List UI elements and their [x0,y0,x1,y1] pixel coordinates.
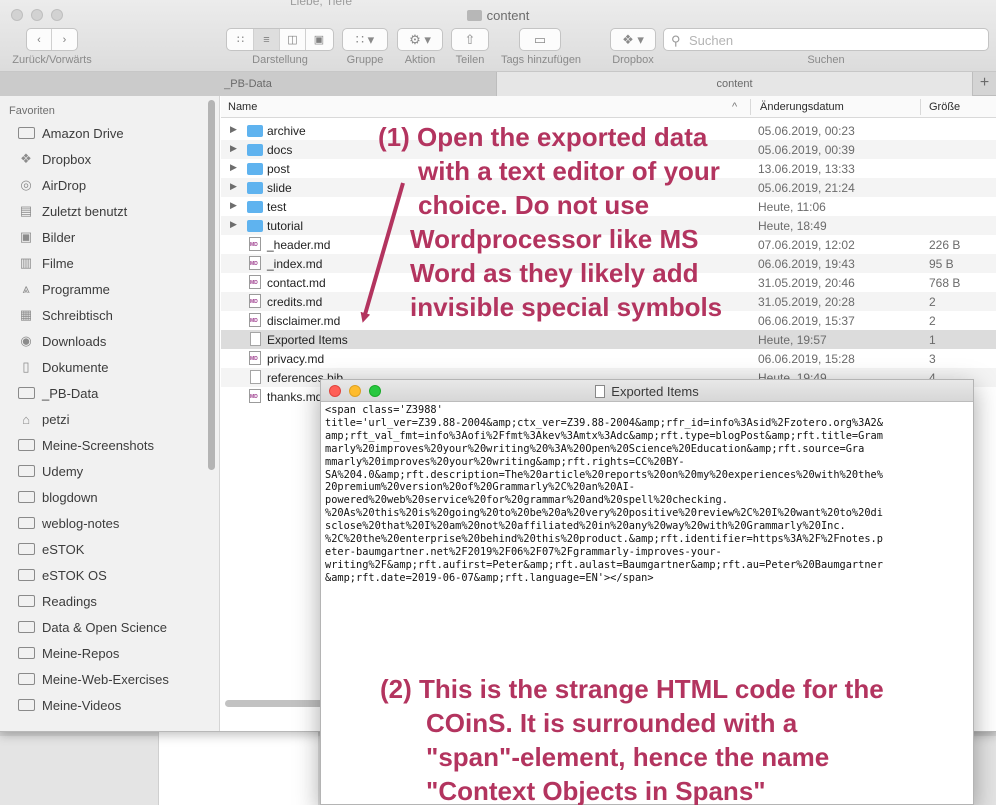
annotation-step-2: (2) This is the strange HTML code for th… [380,672,884,805]
annotation-line: (2) This is the strange HTML code for th… [380,674,884,704]
arrow-to-exported-items [360,182,405,323]
editor-text-content[interactable]: <span class='Z3988' title='url_ver=Z39.8… [325,404,965,585]
document-icon [595,385,606,398]
editor-title: Exported Items [321,384,973,399]
annotation-line: "Context Objects in Spans" [426,776,766,805]
annotation-line: COinS. It is surrounded with a [426,708,798,738]
editor-title-text: Exported Items [611,384,699,399]
editor-titlebar: Exported Items [321,380,973,402]
annotation-line: "span"-element, hence the name [426,742,830,772]
